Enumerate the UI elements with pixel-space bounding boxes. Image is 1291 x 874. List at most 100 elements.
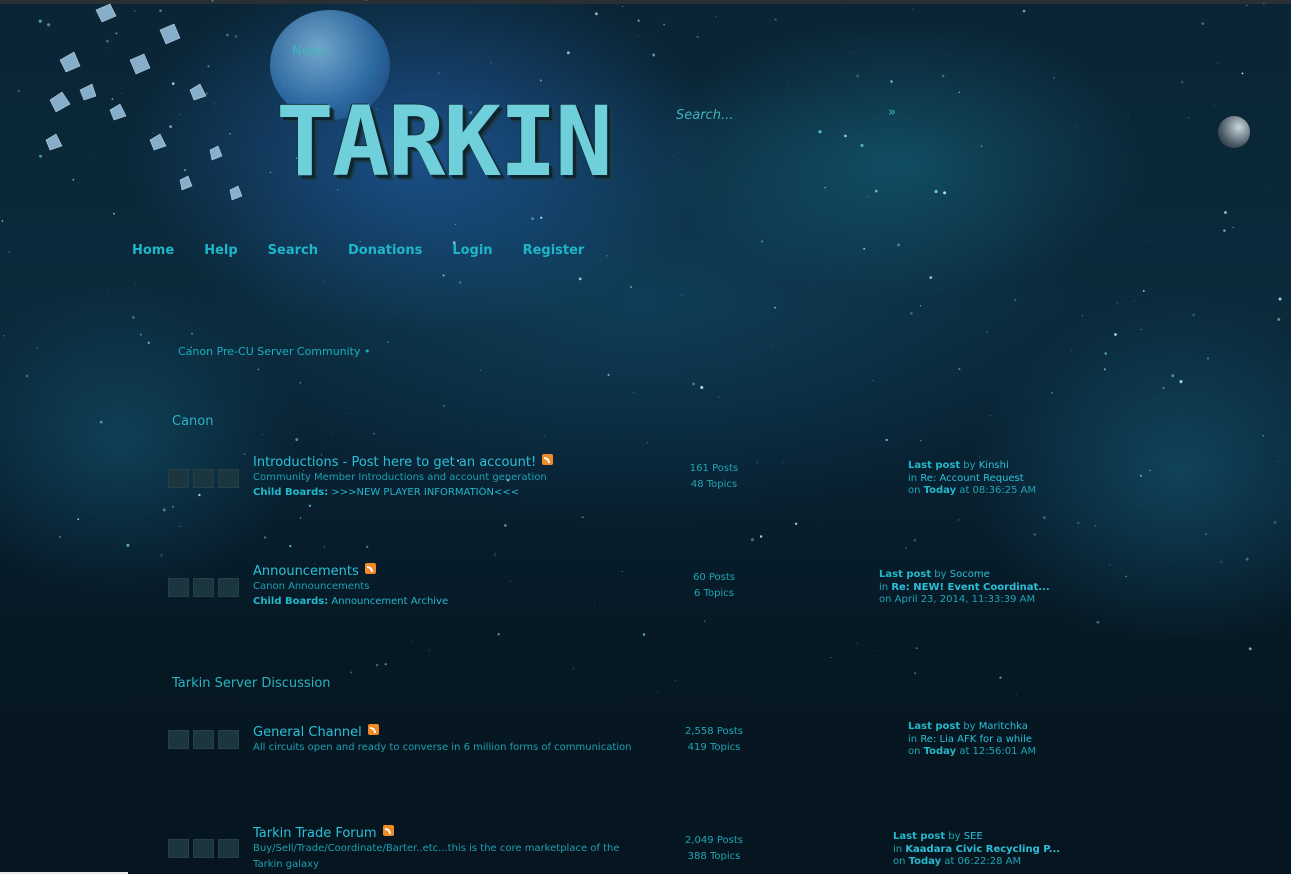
- board-title-link[interactable]: General Channel: [253, 725, 362, 740]
- nav-help[interactable]: Help: [204, 243, 237, 258]
- board-title[interactable]: Tarkin Trade Forum: [253, 825, 394, 841]
- last-post-label[interactable]: Last post: [879, 569, 931, 580]
- breadcrumb-label[interactable]: Canon Pre-CU Server Community: [178, 345, 361, 358]
- last-post-user[interactable]: Maritchka: [979, 721, 1028, 732]
- board-title-link[interactable]: Introductions - Post here to get an acco…: [253, 455, 536, 470]
- star: [919, 305, 922, 307]
- nav-search[interactable]: Search: [268, 243, 318, 258]
- star: [1277, 317, 1281, 321]
- board-title[interactable]: Announcements: [253, 563, 376, 579]
- star: [594, 12, 598, 16]
- star: [160, 553, 163, 557]
- star: [958, 368, 961, 371]
- rss-icon[interactable]: [542, 454, 554, 465]
- last-post-label[interactable]: Last post: [908, 721, 960, 732]
- board-icon: [218, 469, 239, 488]
- last-post-label[interactable]: Last post: [908, 460, 960, 471]
- star: [630, 286, 632, 288]
- star: [330, 433, 332, 435]
- search-input[interactable]: [676, 106, 876, 125]
- board-stats: 60 Posts 6 Topics: [654, 570, 774, 602]
- star: [308, 504, 312, 507]
- star: [700, 385, 704, 390]
- last-post-topic[interactable]: Re: NEW! Event Coordinat...: [891, 582, 1049, 593]
- last-post-day: Today: [923, 746, 957, 757]
- star: [872, 379, 874, 382]
- star: [1, 220, 4, 222]
- star: [1248, 647, 1252, 651]
- nav-donations[interactable]: Donations: [348, 243, 422, 258]
- category-header[interactable]: Tarkin Server Discussion: [172, 676, 331, 691]
- board-icon: [193, 839, 214, 858]
- star: [1128, 116, 1129, 118]
- site-logo[interactable]: TARKIN: [276, 94, 636, 190]
- star: [1140, 328, 1143, 331]
- star: [860, 143, 864, 147]
- search-submit-button[interactable]: »: [888, 105, 896, 120]
- board-icon: [193, 730, 214, 749]
- star: [1125, 575, 1128, 578]
- post-count: 161 Posts: [689, 463, 739, 474]
- star: [126, 543, 130, 547]
- star: [531, 217, 534, 221]
- star: [772, 345, 774, 347]
- board-description: Community Member Introductions and accou…: [253, 472, 547, 483]
- star: [844, 134, 847, 138]
- last-post-user[interactable]: Socome: [950, 569, 990, 580]
- board-icon: [218, 578, 239, 597]
- star: [171, 505, 175, 508]
- star: [18, 90, 20, 92]
- rss-icon[interactable]: [367, 724, 379, 735]
- search-box: »: [676, 104, 906, 125]
- board-title-link[interactable]: Announcements: [253, 564, 359, 579]
- by-label: by: [948, 831, 961, 842]
- star: [442, 274, 445, 277]
- star: [646, 442, 648, 444]
- last-post-info: Last post by Kinshi in Re: Account Reque…: [908, 460, 1036, 498]
- last-post-topic[interactable]: Re: Lia AFK for a while: [920, 734, 1032, 745]
- board-stats: 161 Posts 48 Topics: [654, 461, 774, 493]
- on-label: on: [879, 594, 892, 605]
- star: [1002, 643, 1003, 645]
- star: [915, 647, 918, 650]
- board-icon: [193, 578, 214, 597]
- star: [890, 80, 893, 83]
- star: [397, 45, 399, 47]
- last-post-label[interactable]: Last post: [893, 831, 945, 842]
- last-post-time: at 12:56:01 AM: [959, 746, 1037, 757]
- last-post-user[interactable]: Kinshi: [979, 460, 1009, 471]
- star: [866, 196, 868, 198]
- star: [760, 240, 764, 243]
- rss-icon[interactable]: [364, 563, 376, 574]
- star: [437, 72, 441, 75]
- board-title[interactable]: Introductions - Post here to get an acco…: [253, 454, 554, 470]
- board-status-icons: [168, 578, 239, 597]
- board-title[interactable]: General Channel: [253, 724, 379, 740]
- star: [856, 74, 860, 78]
- board-title-link[interactable]: Tarkin Trade Forum: [253, 826, 377, 841]
- last-post-topic[interactable]: Kaadara Civic Recycling P...: [905, 844, 1060, 855]
- nav-register[interactable]: Register: [523, 243, 585, 258]
- on-label: on: [893, 856, 906, 867]
- last-post-topic[interactable]: Re: Account Request: [920, 473, 1023, 484]
- nav-login[interactable]: Login: [452, 243, 492, 258]
- star: [322, 280, 325, 283]
- on-label: on: [908, 746, 921, 757]
- star: [914, 672, 917, 675]
- category-header[interactable]: Canon: [172, 414, 213, 429]
- rss-icon[interactable]: [382, 825, 394, 836]
- by-label: by: [963, 721, 976, 732]
- star: [1180, 80, 1184, 84]
- nav-home[interactable]: Home: [132, 243, 174, 258]
- board-icon: [218, 839, 239, 858]
- star: [1273, 520, 1277, 524]
- post-count: 60 Posts: [692, 572, 736, 583]
- star: [788, 82, 790, 85]
- star: [428, 649, 431, 652]
- last-post-time: at 06:22:28 AM: [944, 856, 1022, 867]
- last-post-user[interactable]: SEE: [964, 831, 983, 842]
- star: [459, 281, 462, 284]
- child-board-link[interactable]: >>>NEW PLAYER INFORMATION<<<: [331, 487, 519, 498]
- breadcrumb[interactable]: Canon Pre-CU Server Community •: [178, 345, 371, 358]
- child-board-link[interactable]: Announcement Archive: [331, 596, 448, 607]
